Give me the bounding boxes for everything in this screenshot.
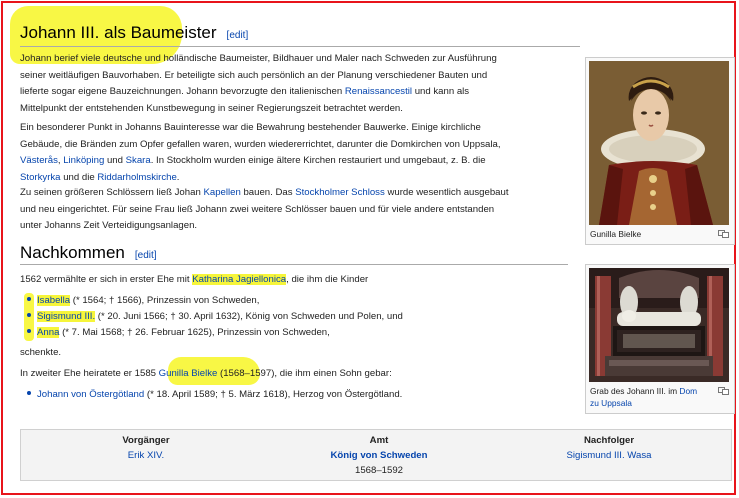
child-text: (* 20. Juni 1566; † 30. April 1632), Kön… bbox=[95, 311, 403, 322]
text-segment: In zweiter Ehe heiratete er 1585 bbox=[20, 368, 159, 379]
link-johann-von-ostergotland[interactable]: Johann von Östergötland bbox=[37, 389, 144, 400]
text-segment: bauen. Das bbox=[240, 187, 296, 198]
nachkommen-intro: 1562 vermählte er sich in erster Ehe mit… bbox=[20, 272, 580, 289]
portrait-caption: Gunilla Bielke bbox=[590, 229, 642, 239]
text-line: schenkte. bbox=[20, 347, 62, 358]
section-heading-text: Johann III. als Baumeister bbox=[20, 23, 217, 42]
text-segment: wurde wesentlich ausgebaut bbox=[384, 187, 509, 198]
link-konig-von-schweden[interactable]: König von Schweden bbox=[330, 450, 427, 461]
link-dom[interactable]: Dom bbox=[679, 386, 697, 396]
link-riddarholmskirche[interactable]: Riddarholmskirche bbox=[97, 172, 176, 183]
text-segment: . In Stockholm wurden einige ältere Kirc… bbox=[150, 155, 486, 167]
text-line: unter Johanns Zeit Verteidigungsanlagen. bbox=[20, 220, 198, 232]
link-erik-xiv[interactable]: Erik XIV. bbox=[128, 450, 164, 461]
text-segment: und bbox=[104, 155, 126, 167]
portrait-thumbnail: Gunilla Bielke bbox=[585, 57, 735, 245]
link-sigismund[interactable]: Sigismund III. bbox=[37, 311, 96, 322]
paragraph-3: Zu seinen größeren Schlössern ließ Johan… bbox=[20, 185, 580, 235]
office-column: Amt König von Schweden 1568–1592 bbox=[279, 433, 479, 478]
successor-column: Nachfolger Sigismund III. Wasa bbox=[509, 433, 709, 463]
link-katharina-jagiellonica[interactable]: Katharina Jagiellonica bbox=[192, 274, 287, 285]
text-line: Ein besonderer Punkt in Johanns Bauinter… bbox=[20, 122, 481, 133]
text-segment: (1568–1597), die ihm einen Sohn gebar: bbox=[217, 368, 392, 379]
list-item: Sigismund III. (* 20. Juni 1566; † 30. A… bbox=[27, 309, 403, 325]
list-item: Isabella (* 1564; † 1566), Prinzessin vo… bbox=[27, 293, 259, 309]
bullet-dot bbox=[27, 297, 31, 302]
son-text: (* 18. April 1589; † 5. März 1618), Herz… bbox=[144, 389, 403, 400]
text-line: Johann berief viele deutsche und holländ… bbox=[20, 53, 497, 64]
link-linkoping[interactable]: Linköping bbox=[63, 155, 104, 166]
tomb-image[interactable] bbox=[589, 268, 729, 382]
enlarge-icon[interactable] bbox=[718, 387, 729, 395]
heading-rule bbox=[20, 46, 580, 47]
bullet-dot bbox=[27, 313, 31, 318]
link-skara[interactable]: Skara bbox=[126, 155, 151, 166]
second-marriage: In zweiter Ehe heiratete er 1585 Gunilla… bbox=[20, 366, 580, 383]
list-item: Anna (* 7. Mai 1568; † 26. Februar 1625)… bbox=[27, 325, 330, 341]
succession-box: Vorgänger Erik XIV. Amt König von Schwed… bbox=[20, 429, 732, 481]
link-vasteras[interactable]: Västerås bbox=[20, 155, 58, 166]
child-text: (* 7. Mai 1568; † 26. Februar 1625), Pri… bbox=[59, 327, 330, 338]
text-line: Gebäude, die Bränden zum Opfer gefallen … bbox=[20, 138, 501, 150]
link-isabella[interactable]: Isabella bbox=[37, 295, 71, 306]
bullet-dot bbox=[27, 391, 31, 396]
tomb-thumbnail: Grab des Johann III. im Dom zu Uppsala bbox=[585, 264, 735, 414]
office-years: 1568–1592 bbox=[354, 465, 404, 476]
link-sigismund-iii-wasa[interactable]: Sigismund III. Wasa bbox=[567, 450, 652, 461]
text-segment: und die bbox=[60, 171, 98, 183]
tomb-caption-text: Grab des Johann III. im bbox=[590, 386, 680, 396]
schenkte-line: schenkte. bbox=[20, 345, 61, 362]
tomb-caption: Grab des Johann III. im Dom zu Uppsala bbox=[590, 385, 730, 409]
edit-link[interactable]: [edit] bbox=[227, 30, 249, 41]
successor-label: Nachfolger bbox=[583, 435, 635, 446]
text-segment: 1562 vermählte er sich in erster Ehe mit bbox=[20, 274, 193, 285]
text-line: und kann als bbox=[412, 86, 470, 98]
text-segment: , die ihm die Kinder bbox=[286, 274, 369, 285]
link-storkyrka[interactable]: Storkyrka bbox=[20, 172, 61, 183]
section-heading-text: Nachkommen bbox=[20, 243, 125, 262]
text-segment: . bbox=[176, 171, 180, 183]
predecessor-label: Vorgänger bbox=[122, 435, 170, 446]
office-label: Amt bbox=[369, 435, 389, 446]
text-line: Mittelpunkt der entstehenden Kunstbewegu… bbox=[20, 102, 403, 114]
text-line: lieferte sogar eigene Bauzeichnungen. Jo… bbox=[20, 86, 345, 98]
link-zu-uppsala[interactable]: zu Uppsala bbox=[590, 398, 632, 408]
link-stockholmer-schloss[interactable]: Stockholmer Schloss bbox=[295, 187, 385, 198]
link-anna[interactable]: Anna bbox=[37, 327, 60, 338]
link-kapellen[interactable]: Kapellen bbox=[203, 187, 240, 198]
section-heading-nachkommen: Nachkommen [edit] bbox=[20, 243, 157, 263]
text-line: seiner weitläufigen Bauvorhaben. Er bete… bbox=[20, 69, 488, 81]
predecessor-column: Vorgänger Erik XIV. bbox=[46, 433, 246, 463]
link-gunilla-bielke[interactable]: Gunilla Bielke bbox=[159, 368, 218, 379]
text-line: und neu eingerichtet. Für seine Frau lie… bbox=[20, 203, 495, 215]
list-item: Johann von Östergötland (* 18. April 158… bbox=[27, 387, 402, 403]
paragraph-1: Johann berief viele deutsche und holländ… bbox=[20, 51, 580, 117]
child-text: (* 1564; † 1566), Prinzessin von Schwede… bbox=[70, 295, 260, 306]
heading-rule bbox=[20, 264, 568, 265]
section-heading-baumeister: Johann III. als Baumeister [edit] bbox=[20, 23, 248, 43]
text-segment: Zu seinen größeren Schlössern ließ Johan bbox=[20, 187, 204, 198]
edit-link[interactable]: [edit] bbox=[135, 250, 157, 261]
paragraph-2: Ein besonderer Punkt in Johanns Bauinter… bbox=[20, 120, 580, 186]
bullet-dot bbox=[27, 329, 31, 334]
enlarge-icon[interactable] bbox=[718, 230, 729, 238]
link-renaissancestil[interactable]: Renaissancestil bbox=[345, 86, 412, 97]
portrait-image[interactable] bbox=[589, 61, 729, 225]
